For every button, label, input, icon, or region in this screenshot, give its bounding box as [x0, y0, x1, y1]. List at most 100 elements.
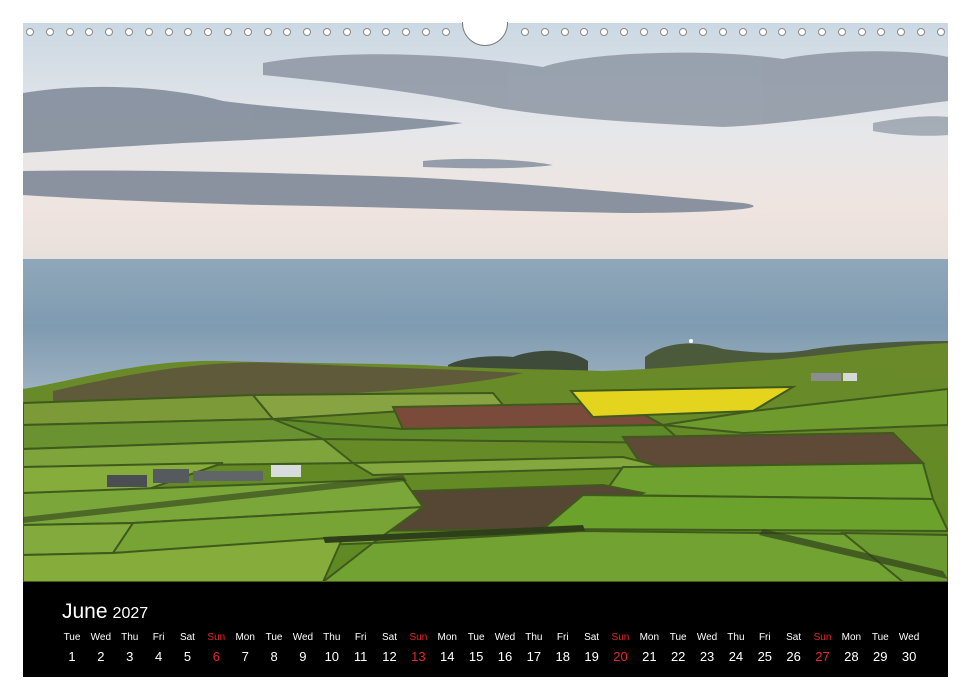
day-cell: Sat 5 [172, 630, 202, 668]
day-number: 14 [440, 649, 455, 664]
day-name: Tue [871, 632, 889, 643]
day-number: 25 [757, 649, 773, 664]
day-number: 27 [815, 649, 830, 664]
binding-ring [422, 28, 430, 36]
day-name: Wed [898, 632, 920, 643]
day-number: 9 [299, 649, 307, 664]
binding-ring [105, 28, 114, 36]
binding-ring [620, 28, 628, 36]
day-cell: Fri 4 [144, 630, 174, 668]
day-grid: Tue 1 Wed 2 Thu 3 Fri 4 Sat 5 Sun 6 Mon 7 Tue 8 Wed 9 Thu 1… [57, 630, 923, 670]
day-name: Thu [121, 632, 139, 643]
day-number: 1 [68, 649, 76, 664]
day-number: 10 [324, 649, 340, 664]
month-name: June [62, 600, 108, 623]
binding-ring [65, 28, 74, 36]
binding-ring [382, 28, 391, 36]
binding-ring [243, 28, 252, 36]
day-name: Thu [323, 632, 341, 643]
day-name: Mon [841, 632, 862, 643]
day-name: Thu [525, 632, 543, 643]
day-cell: Wed 9 [288, 630, 318, 668]
day-number: 5 [183, 649, 192, 664]
day-cell: Wed 30 [894, 630, 924, 668]
binding-ring [283, 28, 292, 36]
binding-ring [758, 28, 767, 36]
binding-ring [877, 28, 886, 36]
binding-ring [936, 28, 945, 36]
day-number: 6 [212, 649, 220, 664]
day-number: 22 [670, 649, 686, 664]
binding-ring [659, 28, 668, 36]
day-name: Sun [207, 632, 226, 643]
binding-ring [85, 28, 94, 36]
binding-ring [560, 28, 569, 36]
day-number: 15 [468, 649, 484, 664]
binding-ring [639, 28, 648, 36]
day-cell: Mon 14 [432, 630, 462, 668]
day-number: 16 [497, 649, 513, 664]
day-number: 29 [873, 649, 888, 664]
binding-ring [164, 28, 173, 36]
day-number: 8 [270, 649, 278, 664]
day-cell: Sat 12 [375, 630, 405, 668]
day-name: Fri [354, 632, 367, 643]
day-name: Tue [265, 632, 283, 643]
day-name: Sat [584, 632, 600, 643]
binding-ring [402, 28, 411, 36]
month-title: June 2027 [62, 600, 148, 624]
day-number: 18 [555, 649, 570, 664]
binding-ring [263, 28, 272, 36]
binding-ring [323, 28, 331, 36]
binding-ring [184, 28, 193, 36]
day-number: 17 [526, 649, 542, 664]
day-cell: Tue 29 [865, 630, 895, 668]
day-number: 24 [728, 649, 744, 664]
day-cell: Wed 2 [86, 630, 116, 668]
landscape-photo [23, 23, 948, 582]
binding-ring [540, 28, 549, 36]
day-cell: Sun 13 [403, 630, 433, 668]
day-cell: Sun 27 [808, 630, 838, 668]
binding-ring [303, 28, 312, 36]
day-name: Tue [669, 632, 687, 643]
day-cell: Thu 17 [519, 630, 549, 668]
day-number: 19 [584, 649, 599, 664]
day-number: 28 [844, 649, 859, 664]
day-name: Tue [63, 632, 81, 643]
day-name: Tue [467, 632, 485, 643]
day-cell: Thu 3 [115, 630, 145, 668]
day-cell: Fri 18 [548, 630, 578, 668]
day-name: Fri [758, 632, 771, 643]
binding-ring [600, 28, 609, 36]
day-cell: Sun 6 [201, 630, 231, 668]
day-cell: Fri 25 [750, 630, 780, 668]
binding-ring [362, 28, 371, 36]
day-name: Mon [639, 632, 660, 643]
day-cell: Tue 22 [663, 630, 693, 668]
day-cell: Wed 16 [490, 630, 520, 668]
binding-ring [857, 28, 866, 36]
day-cell: Tue 8 [259, 630, 289, 668]
year-label: 2027 [112, 605, 149, 622]
day-name: Sun [813, 632, 832, 643]
day-name: Fri [556, 632, 569, 643]
day-name: Wed [494, 632, 516, 643]
binding-ring [125, 28, 133, 36]
day-name: Sat [179, 632, 195, 643]
day-cell: Mon 28 [836, 630, 866, 668]
binding-ring [798, 28, 807, 36]
day-cell: Mon 7 [230, 630, 260, 668]
day-number: 12 [382, 649, 397, 664]
binding-ring [26, 28, 34, 36]
binding-ring [580, 28, 589, 36]
binding-ring [45, 28, 54, 36]
day-name: Wed [292, 632, 314, 643]
binding-ring [521, 28, 529, 36]
day-number: 7 [241, 649, 249, 664]
day-name: Sat [382, 632, 398, 643]
binding-ring [679, 28, 688, 36]
day-name: Sun [611, 632, 630, 643]
binding-ring [699, 28, 708, 36]
day-cell: Sat 26 [779, 630, 809, 668]
